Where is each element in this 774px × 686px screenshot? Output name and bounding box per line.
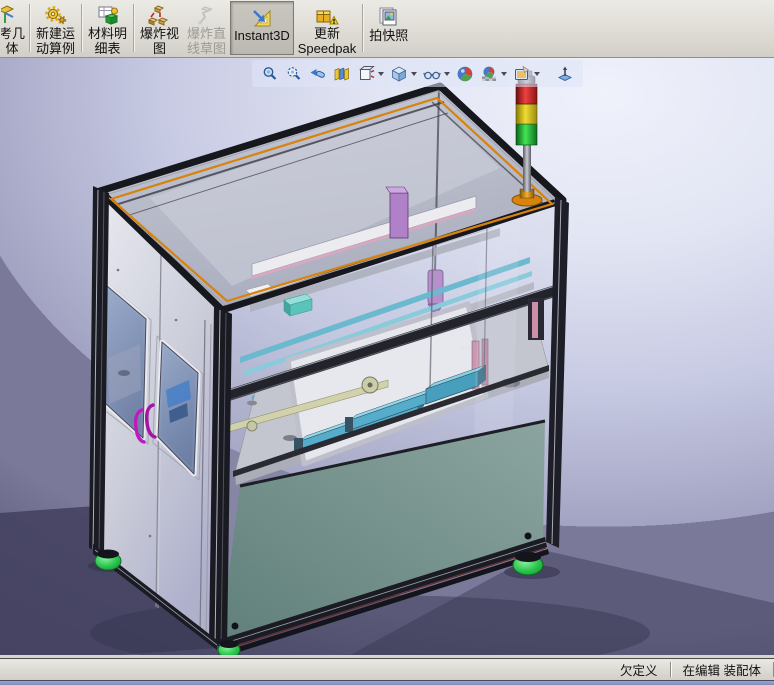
- view-orientation-icon: [359, 65, 375, 80]
- normal-to-icon: [557, 66, 573, 81]
- command-toolbar: 考几 体 新建运 动算例 材料明 细表 爆炸视 图 爆炸直 线草图 Instan…: [0, 0, 774, 58]
- take-snapshot-button[interactable]: 拍快照: [365, 1, 412, 55]
- toolbar-separator: [29, 4, 30, 52]
- button-label: 更新: [313, 26, 340, 41]
- status-bar: 欠定义 在编辑 装配体: [0, 659, 774, 680]
- zoom-to-area-icon: [287, 66, 301, 80]
- button-label: 体: [5, 41, 19, 55]
- bill-of-materials-icon: [96, 4, 120, 26]
- tower-red-segment: [515, 83, 538, 105]
- new-motion-study-button[interactable]: 新建运 动算例: [32, 1, 79, 56]
- constraint-status: 欠定义: [620, 664, 658, 678]
- section-view-button[interactable]: [330, 62, 354, 86]
- normal-to-button[interactable]: [553, 62, 577, 86]
- toolbar-separator: [81, 4, 83, 52]
- display-style-button[interactable]: [387, 62, 420, 86]
- button-label: 考几: [0, 26, 25, 41]
- edit-appearance-icon: [457, 66, 473, 81]
- exploded-view-icon: [147, 4, 172, 26]
- apply-scene-button[interactable]: [477, 62, 510, 86]
- window-bottom-edge: [0, 680, 774, 685]
- toolbar-separator: [362, 4, 364, 52]
- heads-up-view-toolbar: [252, 60, 583, 87]
- button-label: 图: [153, 41, 167, 56]
- hide-show-items-button[interactable]: [420, 62, 453, 86]
- view-settings-icon: [515, 65, 530, 80]
- explode-line-sketch-button: 爆炸直 线草图: [183, 1, 230, 56]
- button-label: 材料明: [88, 26, 128, 41]
- view-settings-button[interactable]: [510, 62, 543, 86]
- update-speedpak-button[interactable]: 更新 Speedpak: [294, 1, 361, 56]
- bill-of-materials-button[interactable]: 材料明 细表: [84, 1, 131, 56]
- view-orientation-button[interactable]: [354, 62, 387, 86]
- dropdown-caret-icon[interactable]: [534, 71, 540, 76]
- section-view-icon: [334, 67, 349, 81]
- previous-view-button[interactable]: [306, 62, 330, 86]
- solidworks-window: 考几 体 新建运 动算例 材料明 细表 爆炸视 图 爆炸直 线草图 Instan…: [0, 0, 774, 686]
- button-label: Speedpak: [297, 41, 357, 56]
- button-label: 拍快照: [369, 28, 409, 43]
- graphics-viewport[interactable]: [0, 58, 774, 655]
- new-motion-study-icon: [44, 4, 68, 26]
- display-style-icon: [391, 66, 407, 82]
- take-snapshot-icon: [377, 4, 401, 28]
- explode-line-sketch-icon: [195, 4, 219, 26]
- dropdown-caret-icon[interactable]: [501, 71, 507, 76]
- instant3d-button[interactable]: Instant3D: [230, 1, 294, 55]
- edit-mode-status: 在编辑 装配体: [682, 664, 761, 678]
- zoom-to-fit-button[interactable]: [258, 62, 282, 86]
- reference-geometry-button[interactable]: 考几 体: [0, 1, 27, 55]
- button-label: 动算例: [36, 41, 76, 56]
- zoom-to-fit-icon: [263, 66, 277, 80]
- reference-geometry-icon: [1, 4, 25, 26]
- edit-appearance-button[interactable]: [453, 62, 477, 86]
- 3d-model-assembly[interactable]: [0, 58, 774, 655]
- dropdown-caret-icon[interactable]: [378, 71, 384, 76]
- button-label: 线草图: [187, 41, 227, 56]
- button-label: 细表: [94, 41, 121, 56]
- button-label: 爆炸直: [187, 26, 227, 41]
- dropdown-caret-icon[interactable]: [444, 71, 450, 76]
- dropdown-caret-icon[interactable]: [411, 71, 417, 76]
- exploded-view-button[interactable]: 爆炸视 图: [136, 1, 183, 56]
- zoom-to-area-button[interactable]: [282, 62, 306, 86]
- tower-yellow-segment: [515, 103, 538, 125]
- tower-green-segment: [515, 123, 538, 146]
- button-label: Instant3D: [234, 28, 290, 43]
- toolbar-separator: [133, 4, 135, 52]
- hide-show-items-icon: [423, 71, 441, 79]
- apply-scene-icon: [482, 66, 496, 81]
- instant3d-icon: [250, 4, 274, 28]
- button-label: 新建运: [36, 26, 76, 41]
- previous-view-icon: [310, 68, 325, 78]
- update-speedpak-icon: [315, 4, 339, 26]
- button-label: 爆炸视: [140, 26, 180, 41]
